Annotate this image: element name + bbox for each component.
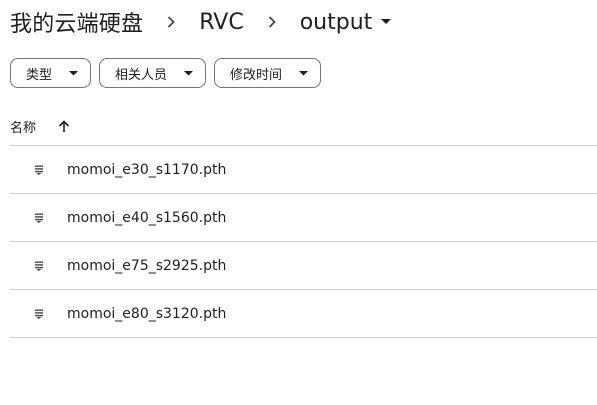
- caret-down-icon: [184, 70, 194, 76]
- breadcrumb-item-my-drive[interactable]: 我的云端硬盘: [10, 6, 143, 38]
- filter-modified-label: 修改时间: [230, 67, 283, 83]
- file-name: momoi_e40_s1560.pth: [67, 209, 227, 226]
- caret-down-icon: [69, 70, 79, 76]
- sort-ascending-icon[interactable]: [58, 119, 70, 133]
- file-lines-icon: [10, 165, 67, 175]
- list-column-header: 名称: [10, 114, 70, 138]
- file-lines-icon: [10, 261, 67, 271]
- filter-type-button[interactable]: 类型: [10, 58, 92, 88]
- column-name-header[interactable]: 名称: [10, 117, 36, 136]
- file-list: momoi_e30_s1170.pth momoi_e40_s1560.pth: [10, 145, 597, 338]
- chevron-right-icon: [244, 15, 300, 29]
- filter-type-label: 类型: [26, 67, 53, 83]
- file-row[interactable]: momoi_e30_s1170.pth: [10, 146, 597, 194]
- caret-down-icon: [381, 19, 392, 25]
- file-name: momoi_e75_s2925.pth: [67, 257, 227, 274]
- drive-folder-view: 我的云端硬盘 RVC output 类型 相关人员 修改时间 名称 momoi_…: [0, 0, 597, 405]
- breadcrumb-current-folder-button[interactable]: output: [300, 10, 392, 35]
- filter-people-label: 相关人员: [115, 67, 168, 83]
- file-row[interactable]: momoi_e40_s1560.pth: [10, 194, 597, 242]
- filter-people-button[interactable]: 相关人员: [99, 58, 207, 88]
- file-row[interactable]: momoi_e80_s3120.pth: [10, 290, 597, 338]
- file-name: momoi_e80_s3120.pth: [67, 305, 227, 322]
- file-lines-icon: [10, 309, 67, 319]
- file-lines-icon: [10, 213, 67, 223]
- chevron-right-icon: [143, 15, 199, 29]
- breadcrumb-item-rvc[interactable]: RVC: [199, 10, 244, 35]
- filter-bar: 类型 相关人员 修改时间: [10, 58, 322, 88]
- breadcrumb: 我的云端硬盘 RVC output: [10, 6, 392, 38]
- file-name: momoi_e30_s1170.pth: [67, 161, 227, 178]
- caret-down-icon: [299, 70, 309, 76]
- breadcrumb-current-label: output: [299, 9, 373, 35]
- file-row[interactable]: momoi_e75_s2925.pth: [10, 242, 597, 290]
- filter-modified-button[interactable]: 修改时间: [214, 58, 322, 88]
